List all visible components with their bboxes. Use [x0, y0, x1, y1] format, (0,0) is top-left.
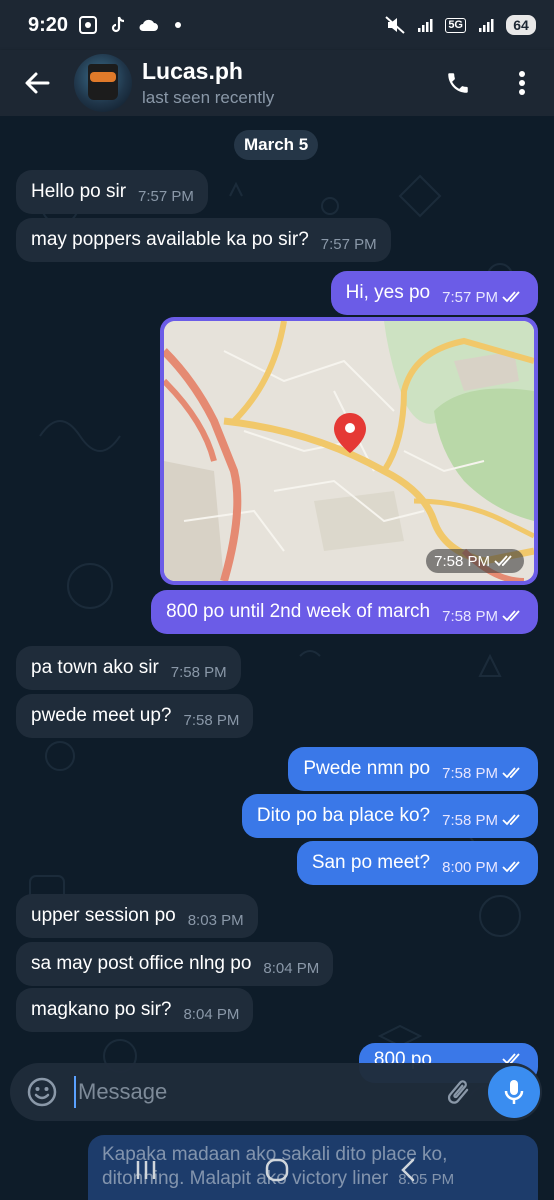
message-bubble-outgoing[interactable]: Hi, yes po 7:57 PM [330, 271, 538, 315]
message-bubble-incoming[interactable]: pwede meet up? 7:58 PM [16, 694, 254, 738]
signal-icon-2 [476, 16, 496, 34]
message-text: Dito po ba place ko? [256, 805, 431, 826]
more-vertical-icon [519, 71, 525, 95]
avatar[interactable] [74, 54, 132, 112]
screenshot-icon [78, 16, 98, 34]
message-input[interactable] [74, 1076, 428, 1108]
message-bubble-incoming[interactable]: magkano po sir? 8:04 PM [16, 988, 254, 1032]
message-time: 7:57 PM [320, 235, 377, 253]
message-text: sa may post office nlng po [31, 953, 252, 974]
system-nav-bar [0, 1140, 554, 1200]
message-bubble-outgoing[interactable]: Dito po ba place ko? 7:58 PM [241, 794, 538, 838]
message-text: 800 po until 2nd week of march [166, 601, 431, 622]
last-seen-status: last seen recently [142, 88, 275, 107]
chat-header: Lucas.ph last seen recently [0, 50, 554, 116]
message-bubble-outgoing[interactable]: 800 po until 2nd week of march 7:58 PM [151, 590, 538, 634]
message-text: Hello po sir [31, 181, 127, 202]
message-bubble-incoming[interactable]: sa may post office nlng po 8:04 PM [16, 942, 334, 986]
voice-record-button[interactable] [488, 1066, 540, 1118]
network-type: 5G [445, 17, 466, 33]
message-text: pwede meet up? [31, 705, 172, 726]
chat-title: Lucas.ph [142, 58, 243, 84]
attach-button[interactable] [428, 1063, 488, 1121]
message-text: may poppers available ka po sir? [31, 229, 309, 250]
chat-messages-area[interactable]: March 5 Hello po sir 7:57 PM may poppers… [0, 116, 554, 1200]
message-text: magkano po sir? [31, 999, 172, 1020]
message-text: Pwede nmn po [303, 758, 431, 779]
chat-header-info[interactable]: Lucas.ph last seen recently [142, 58, 426, 108]
arrow-left-icon [25, 72, 50, 94]
message-bubble-incoming[interactable]: upper session po 8:03 PM [16, 894, 258, 938]
location-map[interactable]: 7:58 PM [164, 321, 534, 581]
cloud-icon [138, 16, 159, 34]
message-text: San po meet? [311, 852, 431, 873]
message-bubble-incoming[interactable]: may poppers available ka po sir? 7:57 PM [16, 218, 391, 262]
tiktok-icon [108, 16, 128, 34]
emoji-button[interactable] [10, 1063, 74, 1121]
message-time: 8:00 PM [442, 859, 524, 876]
message-text: upper session po [31, 905, 176, 926]
status-time: 9:20 [28, 13, 69, 36]
message-time: 7:58 PM [183, 711, 240, 729]
back-button[interactable] [0, 50, 74, 116]
recent-apps-button[interactable] [116, 1140, 176, 1200]
message-bubble-outgoing[interactable]: San po meet? 8:00 PM [296, 841, 538, 885]
message-time: 7:58 PM [170, 663, 227, 681]
double-check-icon [502, 610, 520, 622]
message-time: 7:57 PM [442, 289, 524, 306]
message-time: 7:58 PM [442, 765, 524, 782]
message-bubble-outgoing[interactable]: Pwede nmn po 7:58 PM [288, 747, 538, 791]
double-check-icon [502, 814, 520, 826]
message-composer [10, 1063, 542, 1121]
call-button[interactable] [426, 50, 490, 116]
message-bubble-incoming[interactable]: pa town ako sir 7:58 PM [16, 646, 241, 690]
recent-apps-icon [136, 1161, 155, 1179]
message-text: pa town ako sir [31, 657, 159, 678]
message-time: 7:58 PM [442, 812, 524, 829]
location-message[interactable]: 7:58 PM [160, 317, 538, 585]
phone-icon [448, 73, 468, 93]
more-options-button[interactable] [490, 50, 554, 116]
message-time: 8:04 PM [183, 1005, 240, 1023]
message-time: 8:04 PM [263, 959, 320, 977]
message-bubble-incoming[interactable]: Hello po sir 7:57 PM [16, 170, 208, 214]
double-check-icon [494, 555, 512, 567]
message-time: 7:58 PM [426, 549, 524, 573]
double-check-icon [502, 767, 520, 779]
double-check-icon [502, 291, 520, 303]
date-separator: March 5 [234, 130, 319, 160]
battery-indicator: 64 [506, 15, 536, 35]
nav-back-button[interactable] [378, 1140, 438, 1200]
message-text: Hi, yes po [345, 282, 431, 303]
status-bar: 9:20 5G 64 [0, 0, 554, 50]
signal-icon [415, 16, 435, 34]
message-time: 8:03 PM [187, 911, 244, 929]
home-icon [265, 1158, 289, 1182]
notification-dot-icon [168, 16, 188, 34]
paperclip-icon [447, 1080, 469, 1104]
home-button[interactable] [247, 1140, 307, 1200]
mute-icon [385, 16, 405, 34]
message-time: 7:58 PM [442, 608, 524, 625]
double-check-icon [502, 861, 520, 873]
chevron-left-icon [401, 1158, 415, 1182]
map-image [164, 321, 534, 581]
microphone-icon [504, 1080, 524, 1104]
message-time: 7:57 PM [138, 187, 194, 205]
emoji-icon [27, 1077, 57, 1107]
